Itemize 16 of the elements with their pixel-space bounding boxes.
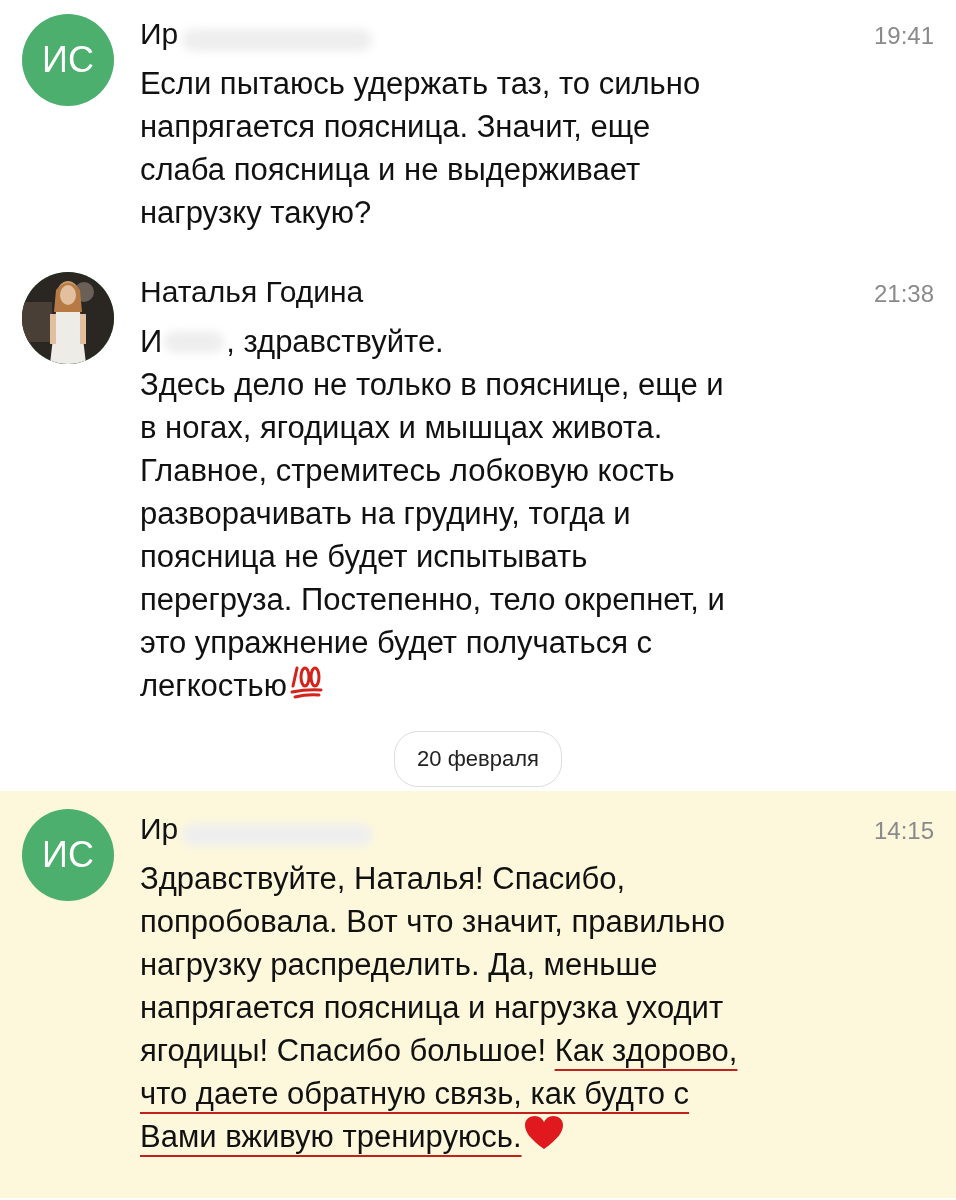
message-text: Если пытаюсь удержать таз, то сильно напрягается поясница. Значит, еще слаба поясница и не выдерживает нагрузку такую?	[140, 65, 702, 232]
sender-name: Ир	[140, 812, 179, 845]
hundred-points-icon	[288, 664, 323, 700]
sender-name: Наталья Година	[140, 275, 364, 308]
heart-icon	[523, 1115, 564, 1151]
message-time: 14:15	[873, 817, 934, 845]
message-text: Здесь дело не только в пояснице, еще и в ногах, ягодицах и мышцах живота. Главное, стремитесь лобковую кость разворачивать на грудину, тогда и поясница не будет испытывать перегруза. Постепенно, тело окрепнет, и это упражнение будет получаться с легкостью	[140, 366, 726, 705]
message-time: 19:41	[873, 22, 934, 50]
avatar[interactable]: ИС	[22, 809, 114, 901]
greeting-end: , здравствуйте.	[226, 323, 444, 361]
message-text: Здравствуйте, Наталья! Спасибо, попробовала. Вот что значит, правильно нагрузку распределить. Да, меньше напрягается поясница и нагрузка уходит ягодицы! Спасибо большое! Как здорово, что даете обратную связь, как будто с Вами вживую тренируюсь.	[140, 860, 739, 1156]
sender-name: Ир	[140, 17, 179, 50]
date-divider: 20 февраля	[394, 731, 562, 787]
greeting-start: И	[140, 323, 163, 361]
avatar[interactable]: ИС	[22, 14, 114, 106]
message-time: 21:38	[873, 280, 934, 308]
